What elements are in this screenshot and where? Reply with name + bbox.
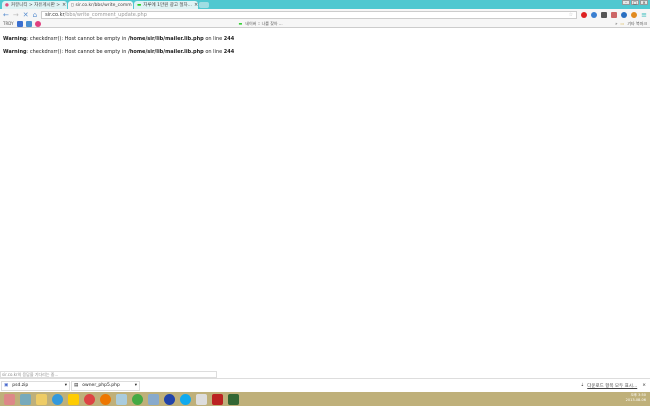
- system-clock[interactable]: 오후 3:50 2013-08-06: [626, 393, 646, 403]
- star-icon[interactable]: ☆: [569, 12, 573, 18]
- skype-icon[interactable]: [180, 393, 191, 405]
- tab-label: 자루에 1만원 광고 절차...: [143, 3, 192, 8]
- download-item[interactable]: ▣ psd.zip ▾: [1, 380, 70, 391]
- home-icon[interactable]: ⌂: [33, 11, 37, 19]
- bookmark-icon[interactable]: [34, 20, 41, 27]
- app-icon[interactable]: [116, 393, 127, 405]
- new-tab-button[interactable]: [199, 2, 209, 8]
- bookmark-naver[interactable]: 네이버 :: 나를 찾아 ...: [245, 21, 282, 27]
- tab-label: sir.co.kr/bbs/write_comm: [75, 2, 132, 8]
- extension-icon[interactable]: [591, 11, 598, 18]
- tab-label: 커뮤니티 > 자유게시판 >: [10, 3, 61, 8]
- title-bar: ● 커뮤니티 > 자유게시판 > × ▯ sir.co.kr/bbs/write_co…: [0, 0, 650, 9]
- chevron-icon[interactable]: »: [615, 21, 617, 26]
- dreamweaver-icon[interactable]: [228, 393, 239, 405]
- utorrent-icon[interactable]: [132, 393, 143, 405]
- maximize-button[interactable]: □: [631, 0, 639, 5]
- extension-icon[interactable]: [621, 11, 628, 18]
- chrome-icon[interactable]: [84, 393, 95, 405]
- browser-toolbar: ← → ✕ ⌂ sir.co.kr/bbs/write_comment_upda…: [0, 9, 650, 20]
- url-path: /bbs/write_comment_update.php: [64, 11, 147, 18]
- page-content: Warning: checkdnsrr(): Host cannot be em…: [3, 36, 234, 62]
- other-bookmarks[interactable]: 기타 북마크: [627, 21, 647, 27]
- url-host: sir.co.kr: [45, 11, 65, 18]
- favicon-icon: ●: [5, 2, 9, 8]
- download-icon: ⇣: [580, 383, 585, 388]
- app-icon[interactable]: [4, 393, 15, 405]
- chevron-down-icon[interactable]: ▾: [65, 383, 67, 388]
- close-icon[interactable]: ×: [642, 383, 646, 388]
- minimize-button[interactable]: -: [622, 0, 630, 5]
- close-window-button[interactable]: ×: [640, 0, 648, 5]
- app-icon[interactable]: [20, 393, 31, 405]
- app-icon[interactable]: [164, 393, 175, 405]
- favicon-icon: ▬: [137, 2, 142, 8]
- page-icon: ▯: [71, 2, 74, 8]
- taskbar: [0, 392, 650, 406]
- extension-icon[interactable]: [611, 11, 618, 18]
- warning-line: Warning: checkdnsrr(): Host cannot be em…: [3, 49, 235, 55]
- download-name: psd.zip: [12, 383, 29, 388]
- tab-ad[interactable]: ▬ 자루에 1만원 광고 절차... ×: [134, 1, 198, 9]
- show-all-downloads-link[interactable]: 다운로드 항목 모두 표시...: [587, 383, 637, 389]
- bookmarks-bar: TRDY ▬ 네이버 :: 나를 찾아 ... » ▭ 기타 북마크: [0, 20, 650, 28]
- forward-icon[interactable]: →: [13, 11, 19, 19]
- paint-icon[interactable]: [148, 393, 159, 405]
- close-tab-icon[interactable]: ×: [194, 2, 198, 8]
- adblock-icon[interactable]: [581, 11, 588, 18]
- status-bubble: sir.co.kr의 응답을 기다리는 중...: [0, 371, 217, 378]
- app-icon[interactable]: [196, 393, 207, 405]
- download-item[interactable]: ▤ owner_php5.php ▾: [71, 380, 140, 391]
- tab-write-comment[interactable]: ▯sir.co.kr/bbs/write_comm×: [68, 1, 133, 9]
- ie-icon[interactable]: [52, 393, 63, 405]
- bookmark-trdy[interactable]: TRDY: [3, 21, 14, 26]
- stop-icon[interactable]: ✕: [23, 11, 29, 19]
- filezilla-icon[interactable]: [212, 393, 223, 405]
- bookmark-icon[interactable]: [16, 20, 23, 27]
- zip-icon: ▣: [4, 383, 9, 388]
- warning-line: Warning: checkdnsrr(): Host cannot be em…: [3, 36, 235, 42]
- close-tab-icon[interactable]: ×: [62, 2, 66, 8]
- firefox-icon[interactable]: [100, 393, 111, 405]
- chevron-down-icon[interactable]: ▾: [135, 383, 137, 388]
- file-icon: ▤: [74, 383, 79, 388]
- naver-icon: ▬: [238, 21, 243, 26]
- bookmark-icon[interactable]: [25, 20, 32, 27]
- menu-icon[interactable]: ≡: [641, 11, 647, 19]
- download-bar: ▣ psd.zip ▾ ▤ owner_php5.php ▾ ⇣ 다운로드 항목 모두 …: [0, 378, 650, 392]
- folder-icon: ▭: [620, 21, 625, 26]
- download-name: owner_php5.php: [82, 383, 120, 388]
- back-icon[interactable]: ←: [3, 11, 9, 19]
- tab-community[interactable]: ● 커뮤니티 > 자유게시판 > ×: [2, 1, 67, 9]
- address-bar[interactable]: sir.co.kr/bbs/write_comment_update.php ☆: [41, 10, 578, 19]
- extension-icon[interactable]: [601, 11, 608, 18]
- kakaotalk-icon[interactable]: [68, 393, 79, 405]
- extension-icon[interactable]: [631, 11, 638, 18]
- explorer-icon[interactable]: [36, 393, 47, 405]
